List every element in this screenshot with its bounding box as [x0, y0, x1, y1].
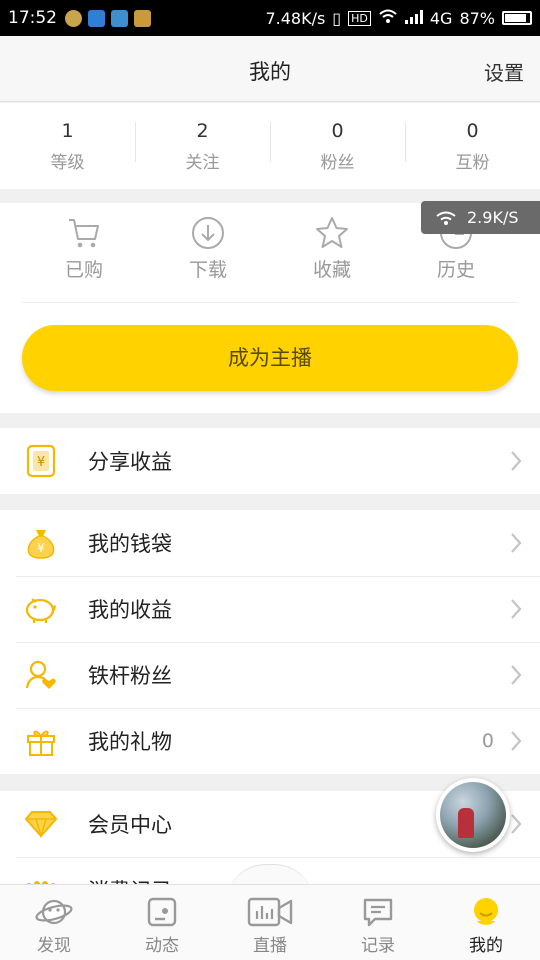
piggy-bank-icon: [24, 592, 58, 626]
money-bag-icon: ¥: [24, 526, 58, 560]
quick-actions: 已购 下载 收藏 历史 成为主播: [0, 203, 540, 413]
menu-section-share: ¥ 分享收益: [0, 428, 540, 494]
wifi-icon: [378, 8, 398, 28]
stat-label: 关注: [185, 152, 220, 173]
tab-label: 动态: [145, 936, 179, 956]
menu-label: 我的收益: [88, 598, 172, 622]
gift-icon: [24, 724, 58, 758]
tab-label: 记录: [361, 936, 395, 956]
gift-count: 0: [481, 730, 494, 752]
cart-icon: [69, 219, 99, 248]
tab-label: 直播: [253, 936, 287, 956]
tab-feed[interactable]: 动态: [108, 885, 216, 960]
menu-label: 我的钱袋: [88, 532, 172, 556]
scan-notification-icon: [111, 9, 128, 27]
fan-heart-icon: [24, 658, 58, 692]
chevron-right-icon: [511, 533, 522, 553]
feed-icon: [147, 897, 177, 927]
become-anchor-button[interactable]: 成为主播: [22, 325, 518, 391]
profile-icon: [474, 898, 498, 925]
avatar-image: [440, 782, 506, 848]
hd-icon: HD: [348, 10, 371, 26]
network-speed-value: 2.9K/S: [467, 208, 519, 227]
menu-item-earnings[interactable]: 我的收益: [0, 576, 540, 642]
app-notification-icon-2: [134, 9, 151, 27]
stats-row: 1 等级 2 关注 0 粉丝 0 互粉: [0, 103, 540, 189]
svg-text:¥: ¥: [37, 455, 45, 470]
status-time: 17:52: [8, 8, 57, 28]
share-earnings-icon: ¥: [24, 444, 58, 478]
menu-section-money: ¥ 我的钱袋 我的收益 铁杆粉丝 我的礼物 0: [0, 510, 540, 774]
menu-label: 铁杆粉丝: [88, 664, 172, 688]
menu-item-fans[interactable]: 铁杆粉丝: [0, 642, 540, 708]
menu-item-wallet[interactable]: ¥ 我的钱袋: [0, 510, 540, 576]
star-icon: [316, 217, 348, 248]
app-notification-icon: [65, 9, 82, 27]
quick-label: 历史: [436, 259, 475, 281]
tab-label: 我的: [469, 936, 503, 956]
status-bar: 17:52 7.48K/s ▯ HD 4G 87%: [0, 0, 540, 36]
diamond-icon: [24, 807, 58, 841]
stat-level[interactable]: 1 等级: [0, 120, 135, 173]
stat-value: 1: [61, 119, 74, 142]
tab-records[interactable]: 记录: [324, 885, 432, 960]
stat-following[interactable]: 2 关注: [135, 120, 270, 173]
tab-live[interactable]: 直播: [216, 885, 324, 960]
menu-label: 会员中心: [88, 813, 172, 837]
stat-label: 等级: [50, 152, 85, 173]
page-title: 我的: [249, 60, 291, 84]
wifi-icon: [436, 211, 456, 225]
stat-value: 2: [196, 119, 209, 142]
quick-label: 收藏: [312, 259, 351, 281]
stat-value: 0: [331, 119, 344, 142]
settings-button[interactable]: 设置: [484, 57, 524, 86]
svg-text:¥: ¥: [37, 541, 45, 555]
stat-label: 互粉: [455, 152, 490, 173]
network-speed: 7.48K/s: [265, 8, 326, 28]
stat-mutual[interactable]: 0 互粉: [405, 120, 540, 173]
tab-profile[interactable]: 我的: [432, 885, 540, 960]
chevron-right-icon: [511, 451, 522, 471]
download-icon: [192, 217, 224, 249]
menu-label: 分享收益: [88, 450, 172, 474]
stat-label: 粉丝: [320, 152, 355, 173]
page-header: 我的 设置: [0, 36, 540, 102]
menu-label: 我的礼物: [88, 730, 172, 754]
menu-item-share-earnings[interactable]: ¥ 分享收益: [0, 428, 540, 494]
live-camera-icon: [247, 897, 293, 927]
quick-label: 下载: [188, 259, 227, 281]
vibrate-icon: ▯: [332, 8, 342, 28]
chevron-right-icon: [511, 665, 522, 685]
battery-percent: 87%: [459, 8, 495, 28]
message-icon: [363, 898, 393, 927]
network-speed-badge: 2.9K/S: [421, 201, 540, 234]
quick-download[interactable]: 下载: [146, 203, 270, 302]
floating-live-avatar[interactable]: [436, 778, 510, 852]
tab-label: 发现: [37, 936, 71, 956]
quick-favorites[interactable]: 收藏: [270, 203, 394, 302]
battery-icon: [502, 11, 532, 25]
planet-icon: [35, 899, 73, 925]
bottom-tab-bar: 发现 动态 直播 记录 我的: [0, 884, 540, 960]
chevron-right-icon: [511, 731, 522, 751]
menu-item-gifts[interactable]: 我的礼物 0: [0, 708, 540, 774]
message-notification-icon: [88, 9, 105, 27]
quick-label: 已购: [64, 259, 103, 281]
stat-fans[interactable]: 0 粉丝: [270, 120, 405, 173]
chevron-right-icon: [511, 814, 522, 834]
chevron-right-icon: [511, 599, 522, 619]
tab-discover[interactable]: 发现: [0, 885, 108, 960]
signal-icon: [404, 9, 423, 28]
quick-purchased[interactable]: 已购: [22, 203, 146, 302]
stat-value: 0: [466, 119, 479, 142]
network-type: 4G: [429, 8, 453, 28]
